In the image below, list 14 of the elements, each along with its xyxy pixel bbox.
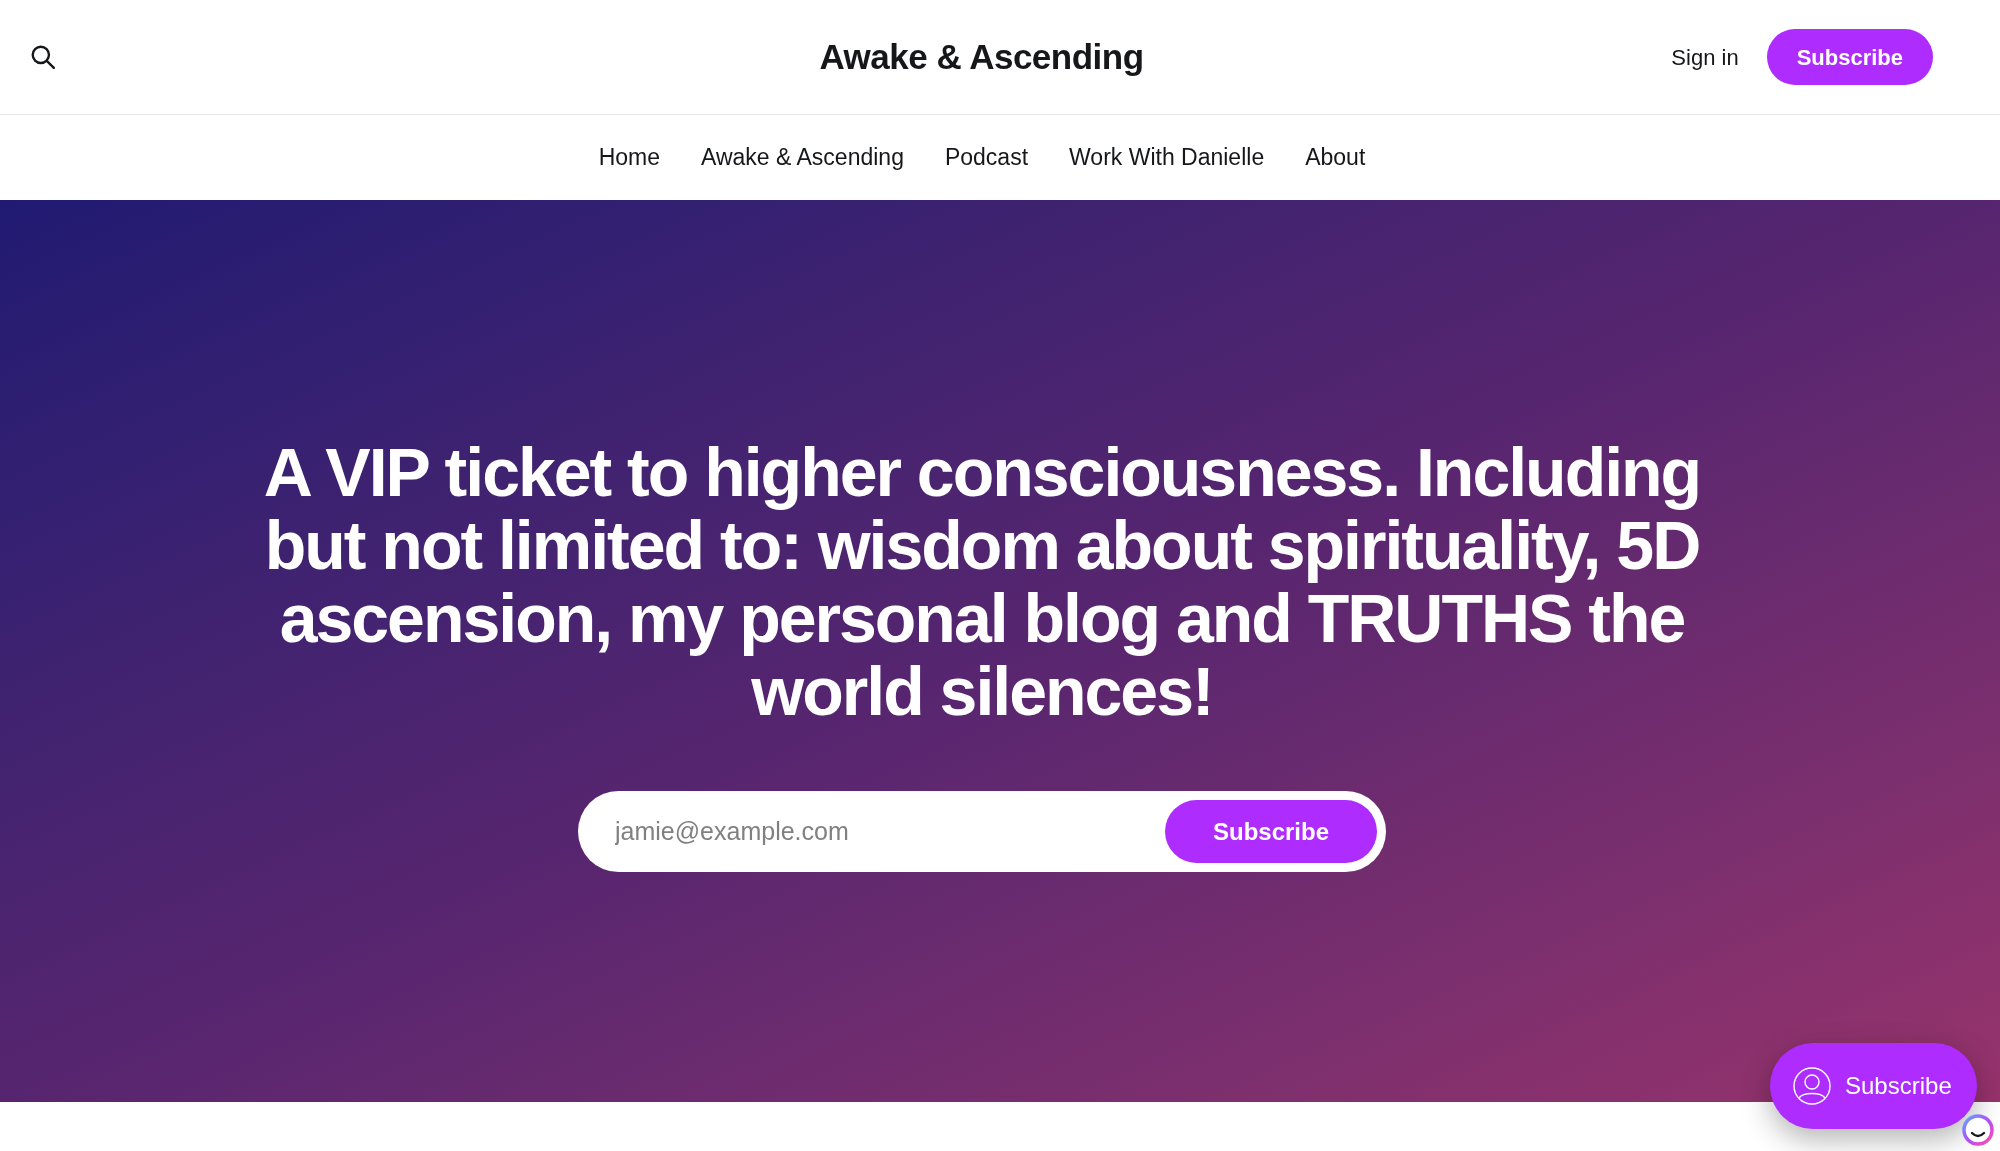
nav-link[interactable]: Work With Danielle: [1069, 140, 1265, 175]
nav-link[interactable]: Home: [598, 140, 661, 175]
site-title[interactable]: Awake & Ascending: [819, 30, 1144, 84]
person-icon: [1793, 1067, 1831, 1105]
hero-headline: A VIP ticket to higher consciousness. Including but not limited to: wisdom about spirituality, 5D ascension, my personal blog and TRUTHS the world silences!: [262, 436, 1702, 728]
sign-in-link[interactable]: Sign in: [1671, 40, 1739, 74]
nav-link[interactable]: About: [1305, 140, 1366, 175]
search-icon[interactable]: [30, 44, 56, 70]
nav-link[interactable]: Awake & Ascending: [701, 140, 904, 175]
subscribe-button[interactable]: Subscribe: [1165, 800, 1377, 863]
subscribe-button[interactable]: Subscribe: [1766, 29, 1933, 85]
floating-subscribe-button[interactable]: Subscribe: [1770, 1043, 1977, 1129]
nav-link[interactable]: Podcast: [944, 140, 1029, 175]
mascot-icon[interactable]: [1962, 1114, 1994, 1146]
